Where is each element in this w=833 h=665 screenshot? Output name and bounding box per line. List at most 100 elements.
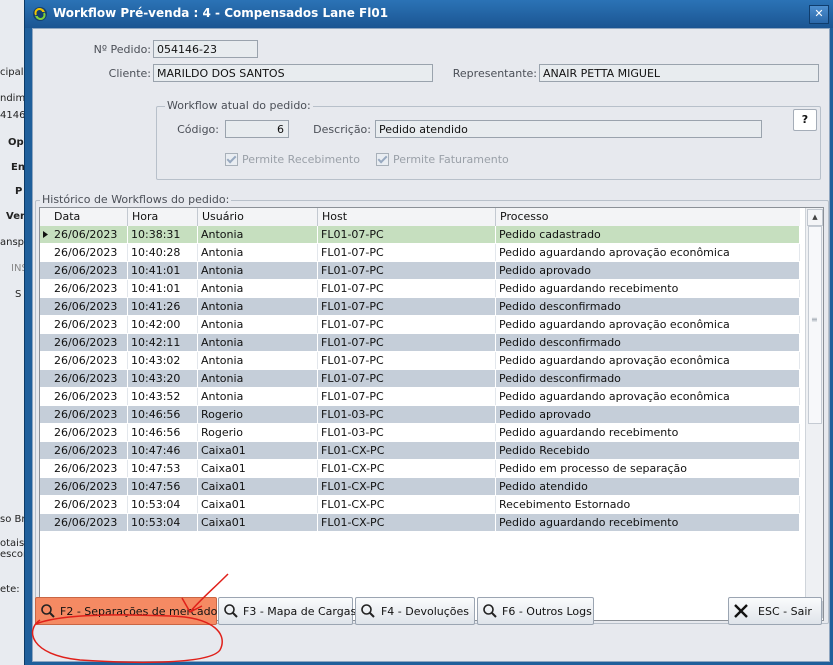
bg-fragment: S xyxy=(15,289,22,300)
magnifier-icon xyxy=(483,604,497,618)
scroll-up-icon[interactable]: ▲ xyxy=(807,209,823,226)
col-header-usuario[interactable]: Usuário xyxy=(198,208,318,226)
cell-usuario: Antonia xyxy=(198,244,318,261)
scroll-thumb[interactable] xyxy=(808,226,822,424)
cell-usuario: Caixa01 xyxy=(198,478,318,495)
cell-usuario: Caixa01 xyxy=(198,496,318,513)
cell-hora: 10:53:04 xyxy=(128,496,198,513)
col-header-hora[interactable]: Hora xyxy=(128,208,198,226)
bg-fragment: 4146 xyxy=(0,110,26,121)
cell-data: 26/06/2023 xyxy=(40,496,128,513)
bg-fragment: P xyxy=(15,186,23,197)
permite-faturamento-checkbox[interactable]: Permite Faturamento xyxy=(376,153,509,166)
cell-hora: 10:40:28 xyxy=(128,244,198,261)
table-row[interactable]: 26/06/2023 10:47:56 Caixa01 FL01-CX-PC Pedid… xyxy=(40,478,800,496)
table-row[interactable]: 26/06/2023 10:41:01 Antonia FL01-07-PC Pedid… xyxy=(40,262,800,280)
codigo-field[interactable]: 6 xyxy=(225,120,289,138)
f2-label: F2 - Separações de mercadorias xyxy=(60,604,238,618)
permite-faturamento-label: Permite Faturamento xyxy=(393,153,509,166)
bg-fragment: ete: xyxy=(0,584,20,595)
cell-hora: 10:41:26 xyxy=(128,298,198,315)
col-header-data[interactable]: Data xyxy=(40,208,128,226)
table-row[interactable]: 26/06/2023 10:53:04 Caixa01 FL01-CX-PC Receb… xyxy=(40,496,800,514)
workflow-atual-title: Workflow atual do pedido: xyxy=(165,99,313,112)
descricao-label: Descrição: xyxy=(313,123,371,136)
f4-devolucoes-button[interactable]: F4 - Devoluções xyxy=(355,597,475,625)
f3-mapa-cargas-button[interactable]: F3 - Mapa de Cargas xyxy=(218,597,356,625)
pedido-field[interactable]: 054146-23 xyxy=(153,40,258,58)
descricao-field[interactable]: Pedido atendido xyxy=(375,120,762,138)
col-header-processo[interactable]: Processo xyxy=(496,208,800,226)
cell-data: 26/06/2023 xyxy=(40,280,128,297)
cell-processo: Pedido atendido xyxy=(496,478,800,495)
table-row[interactable]: 26/06/2023 10:40:28 Antonia FL01-07-PC Pedid… xyxy=(40,244,800,262)
table-row[interactable]: 26/06/2023 10:53:04 Caixa01 FL01-CX-PC Pedid… xyxy=(40,514,800,532)
table-row[interactable]: 26/06/2023 10:43:02 Antonia FL01-07-PC Pedid… xyxy=(40,352,800,370)
table-row[interactable]: 26/06/2023 10:41:01 Antonia FL01-07-PC Pedid… xyxy=(40,280,800,298)
close-button[interactable]: ✕ xyxy=(809,5,829,24)
cell-host: FL01-07-PC xyxy=(318,280,496,297)
cell-hora: 10:53:04 xyxy=(128,514,198,531)
cell-usuario: Caixa01 xyxy=(198,514,318,531)
cell-hora: 10:43:20 xyxy=(128,370,198,387)
esc-sair-button[interactable]: ESC - Sair xyxy=(728,597,822,625)
cell-usuario: Antonia xyxy=(198,334,318,351)
cell-host: FL01-07-PC xyxy=(318,262,496,279)
representante-field[interactable]: ANAIR PETTA MIGUEL xyxy=(539,64,819,82)
cell-processo: Pedido aguardando recebimento xyxy=(496,514,800,531)
table-row[interactable]: 26/06/2023 10:42:11 Antonia FL01-07-PC Pedid… xyxy=(40,334,800,352)
cell-usuario: Caixa01 xyxy=(198,460,318,477)
cell-hora: 10:42:00 xyxy=(128,316,198,333)
permite-recebimento-checkbox[interactable]: Permite Recebimento xyxy=(225,153,360,166)
table-row[interactable]: 26/06/2023 10:46:56 Rogerio FL01-03-PC Pedid… xyxy=(40,406,800,424)
workflow-atual-group: Workflow atual do pedido: xyxy=(156,99,821,180)
cell-data: 26/06/2023 xyxy=(40,352,128,369)
table-row[interactable]: 26/06/2023 10:46:56 Rogerio FL01-03-PC Pedid… xyxy=(40,424,800,442)
table-row[interactable]: 26/06/2023 10:42:00 Antonia FL01-07-PC Pedid… xyxy=(40,316,800,334)
close-icon: ✕ xyxy=(814,7,824,20)
table-row[interactable]: 26/06/2023 10:38:31 Antonia FL01-07-PC Pedid… xyxy=(40,226,800,244)
cell-usuario: Antonia xyxy=(198,280,318,297)
codigo-label: Código: xyxy=(177,123,219,136)
f2-separacoes-button[interactable]: F2 - Separações de mercadorias xyxy=(35,597,237,625)
table-row[interactable]: 26/06/2023 10:47:46 Caixa01 FL01-CX-PC Pedid… xyxy=(40,442,800,460)
bg-fragment: cipal xyxy=(0,67,24,78)
cell-host: FL01-CX-PC xyxy=(318,496,496,513)
cell-host: FL01-CX-PC xyxy=(318,514,496,531)
cell-usuario: Antonia xyxy=(198,262,318,279)
vertical-scrollbar[interactable]: ▲ ▼ xyxy=(805,208,823,619)
cell-processo: Pedido desconfirmado xyxy=(496,298,800,315)
table-row[interactable]: 26/06/2023 10:43:52 Antonia FL01-07-PC Pedid… xyxy=(40,388,800,406)
cell-host: FL01-07-PC xyxy=(318,370,496,387)
cell-processo: Pedido desconfirmado xyxy=(496,334,800,351)
cell-data: 26/06/2023 xyxy=(40,424,128,441)
cliente-label: Cliente: xyxy=(108,67,151,80)
f3-label: F3 - Mapa de Cargas xyxy=(243,604,357,618)
cliente-field[interactable]: MARILDO DOS SANTOS xyxy=(153,64,433,82)
workflow-arrows-icon xyxy=(33,7,47,21)
cell-hora: 10:41:01 xyxy=(128,280,198,297)
table-row[interactable]: 26/06/2023 10:43:20 Antonia FL01-07-PC Pedid… xyxy=(40,370,800,388)
cell-data: 26/06/2023 xyxy=(40,316,128,333)
bg-fragment: ansp xyxy=(0,237,25,248)
table-row[interactable]: 26/06/2023 10:41:26 Antonia FL01-07-PC Pedid… xyxy=(40,298,800,316)
help-button[interactable]: ? xyxy=(793,109,817,131)
cell-hora: 10:38:31 xyxy=(128,226,198,243)
table-row[interactable]: 26/06/2023 10:47:53 Caixa01 FL01-CX-PC Pedid… xyxy=(40,460,800,478)
cell-processo: Pedido Recebido xyxy=(496,442,800,459)
cell-usuario: Caixa01 xyxy=(198,442,318,459)
cell-host: FL01-03-PC xyxy=(318,406,496,423)
historico-grid[interactable]: Data Hora Usuário Host Processo 26/06/20… xyxy=(39,207,824,621)
cell-usuario: Antonia xyxy=(198,352,318,369)
x-mark-icon xyxy=(734,604,748,618)
col-header-host[interactable]: Host xyxy=(318,208,496,226)
cell-processo: Pedido aprovado xyxy=(496,262,800,279)
cell-usuario: Rogerio xyxy=(198,406,318,423)
cell-processo: Pedido aprovado xyxy=(496,406,800,423)
title-bar[interactable]: Workflow Pré-venda : 4 - Compensados Lan… xyxy=(25,0,833,28)
f6-label: F6 - Outros Logs xyxy=(502,604,592,618)
cell-host: FL01-03-PC xyxy=(318,424,496,441)
permite-recebimento-label: Permite Recebimento xyxy=(242,153,360,166)
cell-usuario: Antonia xyxy=(198,226,318,243)
f6-outros-logs-button[interactable]: F6 - Outros Logs xyxy=(477,597,594,625)
